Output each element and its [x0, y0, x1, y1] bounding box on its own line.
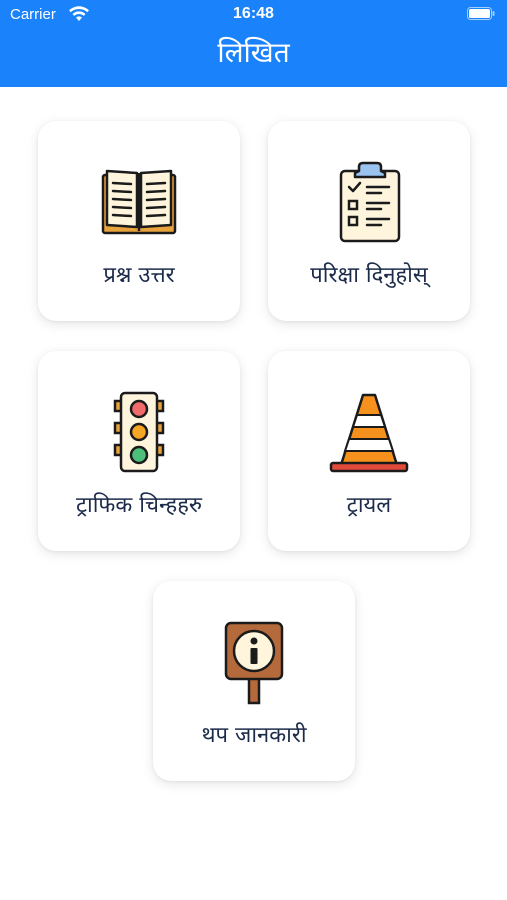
clipboard-checklist-icon [339, 161, 401, 243]
open-book-icon [101, 169, 177, 235]
menu-card-take-exam[interactable]: परिक्षा दिनुहोस् [268, 121, 470, 321]
battery-icon [467, 7, 495, 20]
menu-card-label: परिक्षा दिनुहोस् [310, 263, 428, 288]
menu-card-label: थप जानकारी [201, 723, 307, 748]
app-header: Carrier 16:48 लिखित [0, 0, 507, 87]
page-title: लिखित [217, 36, 290, 69]
menu-card-more-info[interactable]: थप जानकारी [153, 581, 355, 781]
status-time: 16:48 [233, 5, 274, 22]
menu-card-trial[interactable]: ट्रायल [268, 351, 470, 551]
traffic-light-icon [113, 391, 165, 473]
menu-card-questions-answers[interactable]: प्रश्न उत्तर [38, 121, 240, 321]
menu-card-label: प्रश्न उत्तर [103, 263, 175, 288]
info-sign-icon [224, 621, 284, 705]
menu-card-label: ट्रायल [346, 493, 392, 518]
traffic-cone-icon [329, 393, 409, 473]
menu-card-traffic-signs[interactable]: ट्राफिक चिन्हहरु [38, 351, 240, 551]
menu-card-label: ट्राफिक चिन्हहरु [75, 493, 203, 518]
